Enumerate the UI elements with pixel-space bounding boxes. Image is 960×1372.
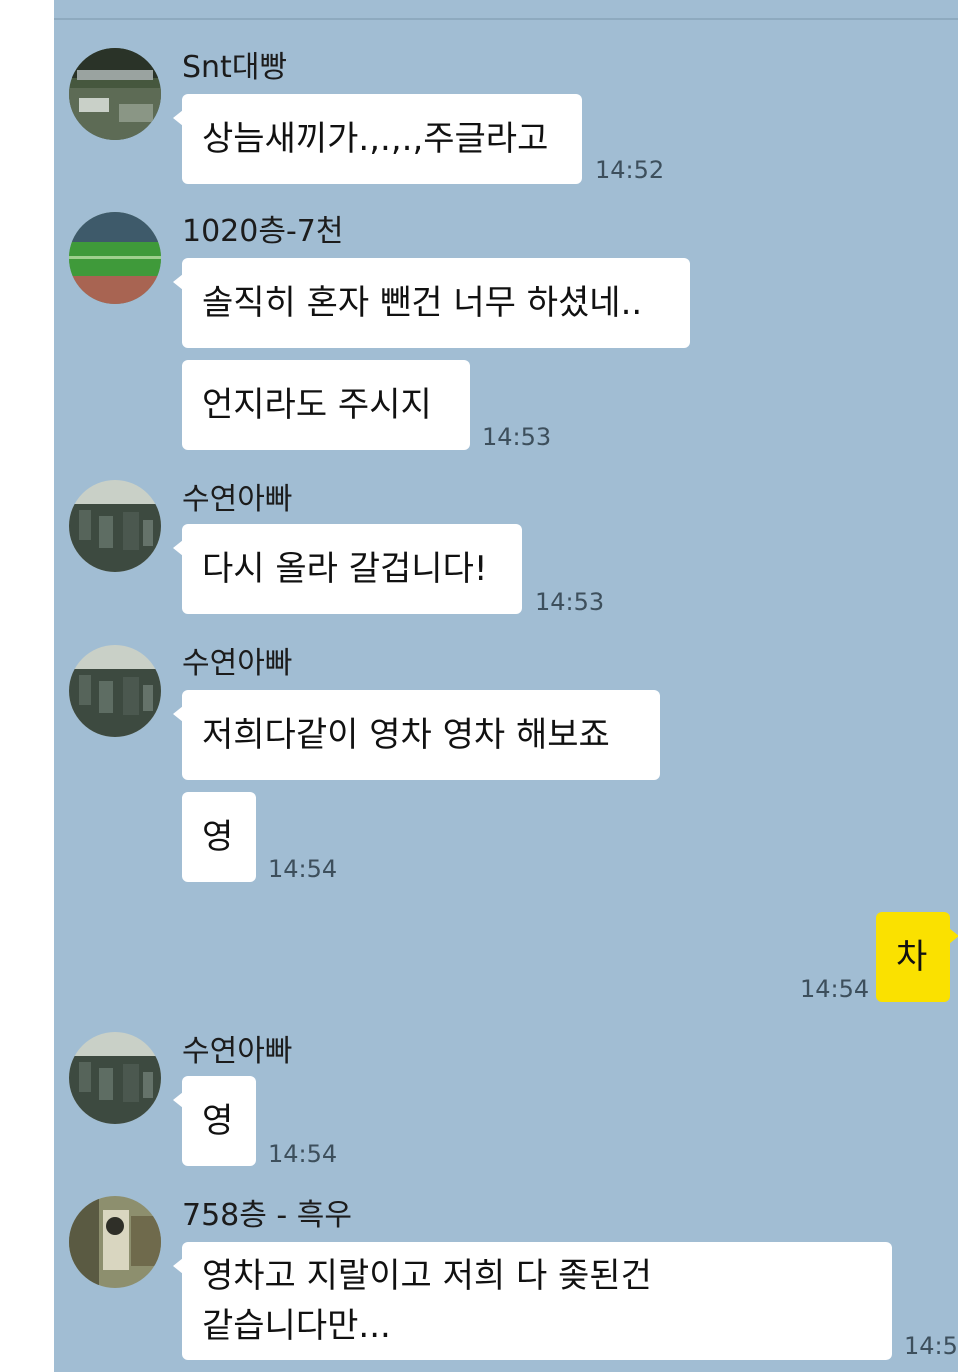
sender-name: 수연아빠 xyxy=(182,646,293,681)
avatar[interactable] xyxy=(69,1032,161,1124)
stadium-night-avatar xyxy=(69,48,161,140)
message-time: 14:54 xyxy=(800,975,870,1003)
message-time: 14:54 xyxy=(268,855,338,883)
message-time: 14:5 xyxy=(904,1332,958,1360)
avatar[interactable] xyxy=(69,48,161,140)
message-text: 상늠새끼가.,.,.,주글라고 xyxy=(202,119,549,159)
message-bubble[interactable]: 저희다같이 영차 영차 해보죠 xyxy=(173,690,660,780)
message-bubble[interactable]: 영차고 지랄이고 저희 다 좆된건 같습니다만... xyxy=(173,1242,892,1360)
city-view-avatar xyxy=(69,480,161,572)
message-bubble[interactable]: 상늠새끼가.,.,.,주글라고 xyxy=(173,94,582,184)
avatar[interactable] xyxy=(69,1196,161,1288)
sender-name: 수연아빠 xyxy=(182,1034,293,1069)
message-bubble[interactable]: 솔직히 혼자 뺀건 너무 하셨네.. xyxy=(173,258,690,348)
room-photo-avatar xyxy=(69,1196,161,1288)
football-pitch-avatar xyxy=(69,212,161,304)
message-text-line: 같습니다만... xyxy=(202,1306,391,1346)
message-text: 다시 올라 갈겁니다! xyxy=(202,549,488,589)
message-text: 언지라도 주시지 xyxy=(202,385,432,425)
message-text: 솔직히 혼자 뺀건 너무 하셨네.. xyxy=(202,283,643,323)
message-time: 14:52 xyxy=(595,156,665,184)
message-bubble[interactable]: 언지라도 주시지 xyxy=(182,360,470,450)
city-view-avatar xyxy=(69,645,161,737)
message-bubble[interactable]: 영 xyxy=(182,792,256,882)
message-text: 영 xyxy=(202,1101,234,1141)
message-text: 차 xyxy=(896,937,928,977)
sender-name: 수연아빠 xyxy=(182,482,293,517)
message-time: 14:54 xyxy=(268,1140,338,1168)
message-text-line: 영차고 지랄이고 저희 다 좆된건 xyxy=(202,1256,652,1296)
avatar[interactable] xyxy=(69,480,161,572)
chat-area[interactable]: Snt대빵 상늠새끼가.,.,.,주글라고 14:52 1020층-7천 솔직히… xyxy=(54,0,958,1372)
message-bubble[interactable]: 다시 올라 갈겁니다! xyxy=(173,524,522,614)
message-text: 저희다같이 영차 영차 해보죠 xyxy=(202,715,610,755)
message-time: 14:53 xyxy=(535,588,605,616)
message-text: 영 xyxy=(202,817,234,857)
my-message-bubble[interactable]: 차 xyxy=(876,912,958,1002)
sender-name: Snt대빵 xyxy=(182,50,288,85)
avatar[interactable] xyxy=(69,645,161,737)
avatar[interactable] xyxy=(69,212,161,304)
sender-name: 758층 - 흑우 xyxy=(182,1198,352,1233)
sender-name: 1020층-7천 xyxy=(182,214,344,249)
message-bubble[interactable]: 영 xyxy=(173,1076,256,1166)
message-time: 14:53 xyxy=(482,423,552,451)
divider xyxy=(54,18,958,20)
city-view-avatar xyxy=(69,1032,161,1124)
